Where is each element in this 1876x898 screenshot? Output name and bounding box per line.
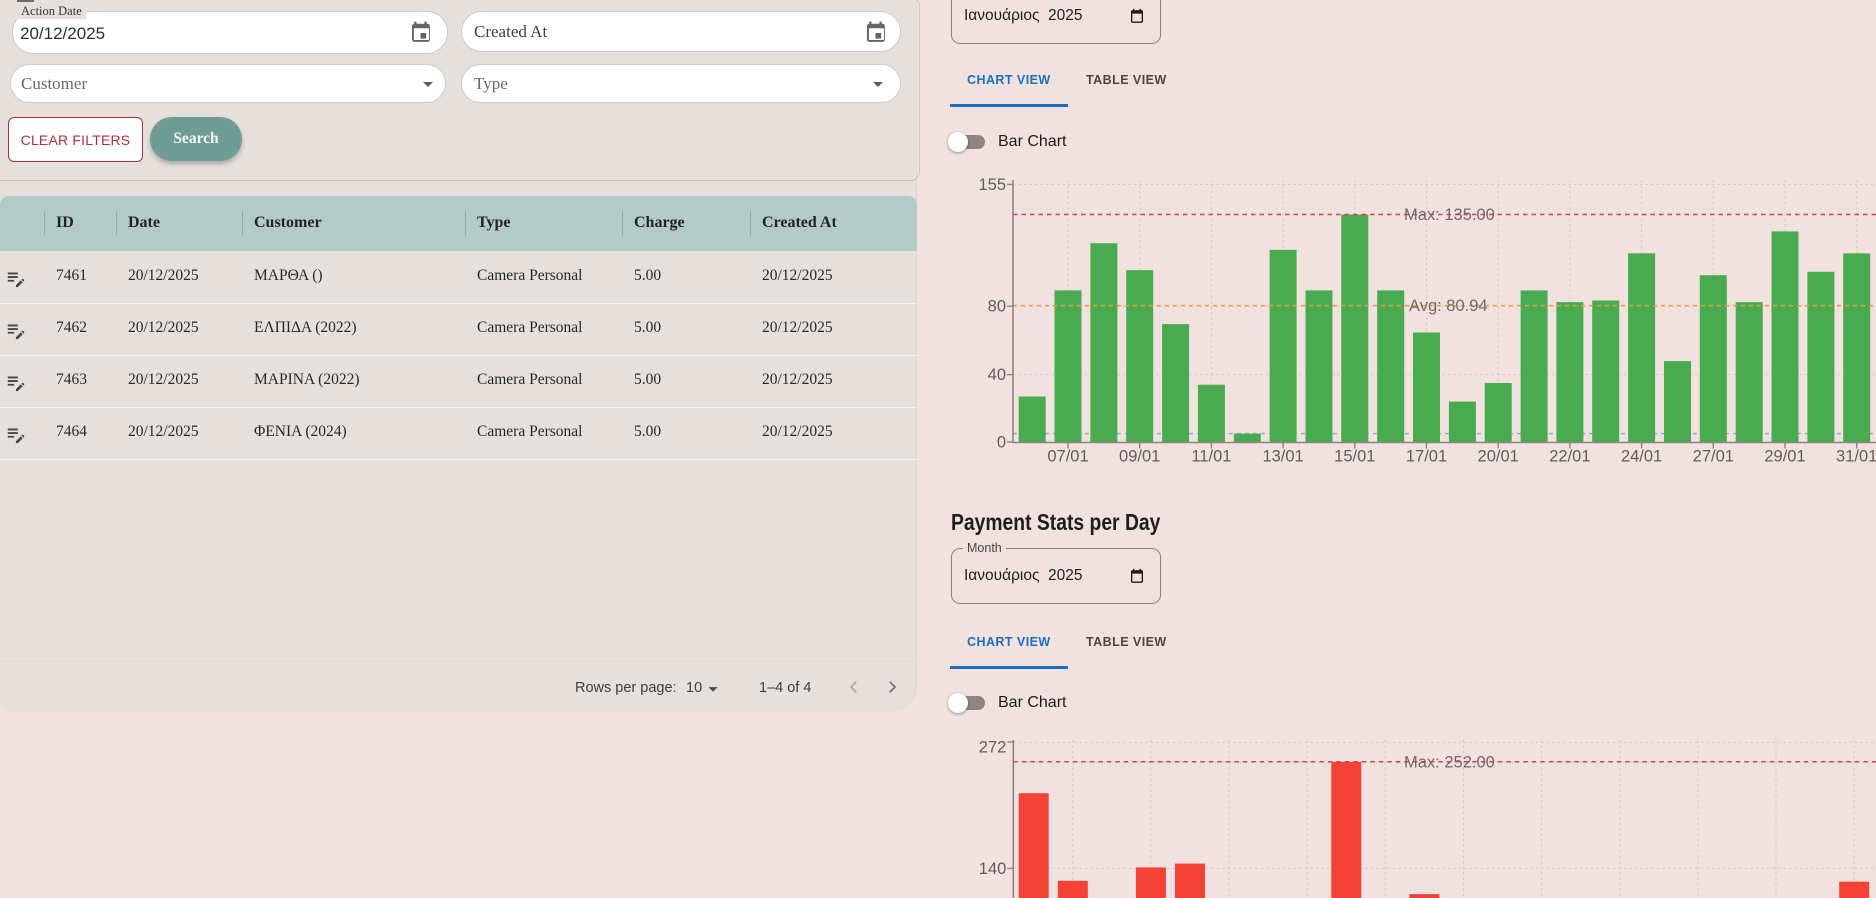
svg-text:0: 0: [997, 434, 1006, 452]
svg-text:Max: 252.00: Max: 252.00: [1404, 753, 1495, 771]
svg-text:29/01: 29/01: [1764, 448, 1805, 466]
svg-text:40: 40: [988, 366, 1006, 384]
svg-text:20/01: 20/01: [1478, 448, 1519, 466]
svg-text:Max: 135.00: Max: 135.00: [1404, 206, 1495, 224]
svg-text:13/01: 13/01: [1262, 448, 1303, 466]
svg-text:140: 140: [979, 860, 1007, 878]
svg-text:80: 80: [988, 298, 1006, 316]
svg-text:31/01: 31/01: [1836, 448, 1876, 466]
svg-text:11/01: 11/01: [1191, 448, 1231, 466]
svg-text:155: 155: [978, 176, 1006, 194]
svg-text:22/01: 22/01: [1549, 448, 1590, 466]
svg-text:09/01: 09/01: [1119, 448, 1160, 466]
svg-text:272: 272: [979, 739, 1007, 757]
svg-text:24/01: 24/01: [1621, 448, 1662, 466]
svg-text:15/01: 15/01: [1334, 448, 1375, 466]
svg-text:27/01: 27/01: [1693, 448, 1734, 466]
svg-text:Avg: 80.94: Avg: 80.94: [1409, 297, 1488, 315]
svg-text:07/01: 07/01: [1047, 448, 1088, 466]
svg-text:17/01: 17/01: [1406, 448, 1447, 466]
